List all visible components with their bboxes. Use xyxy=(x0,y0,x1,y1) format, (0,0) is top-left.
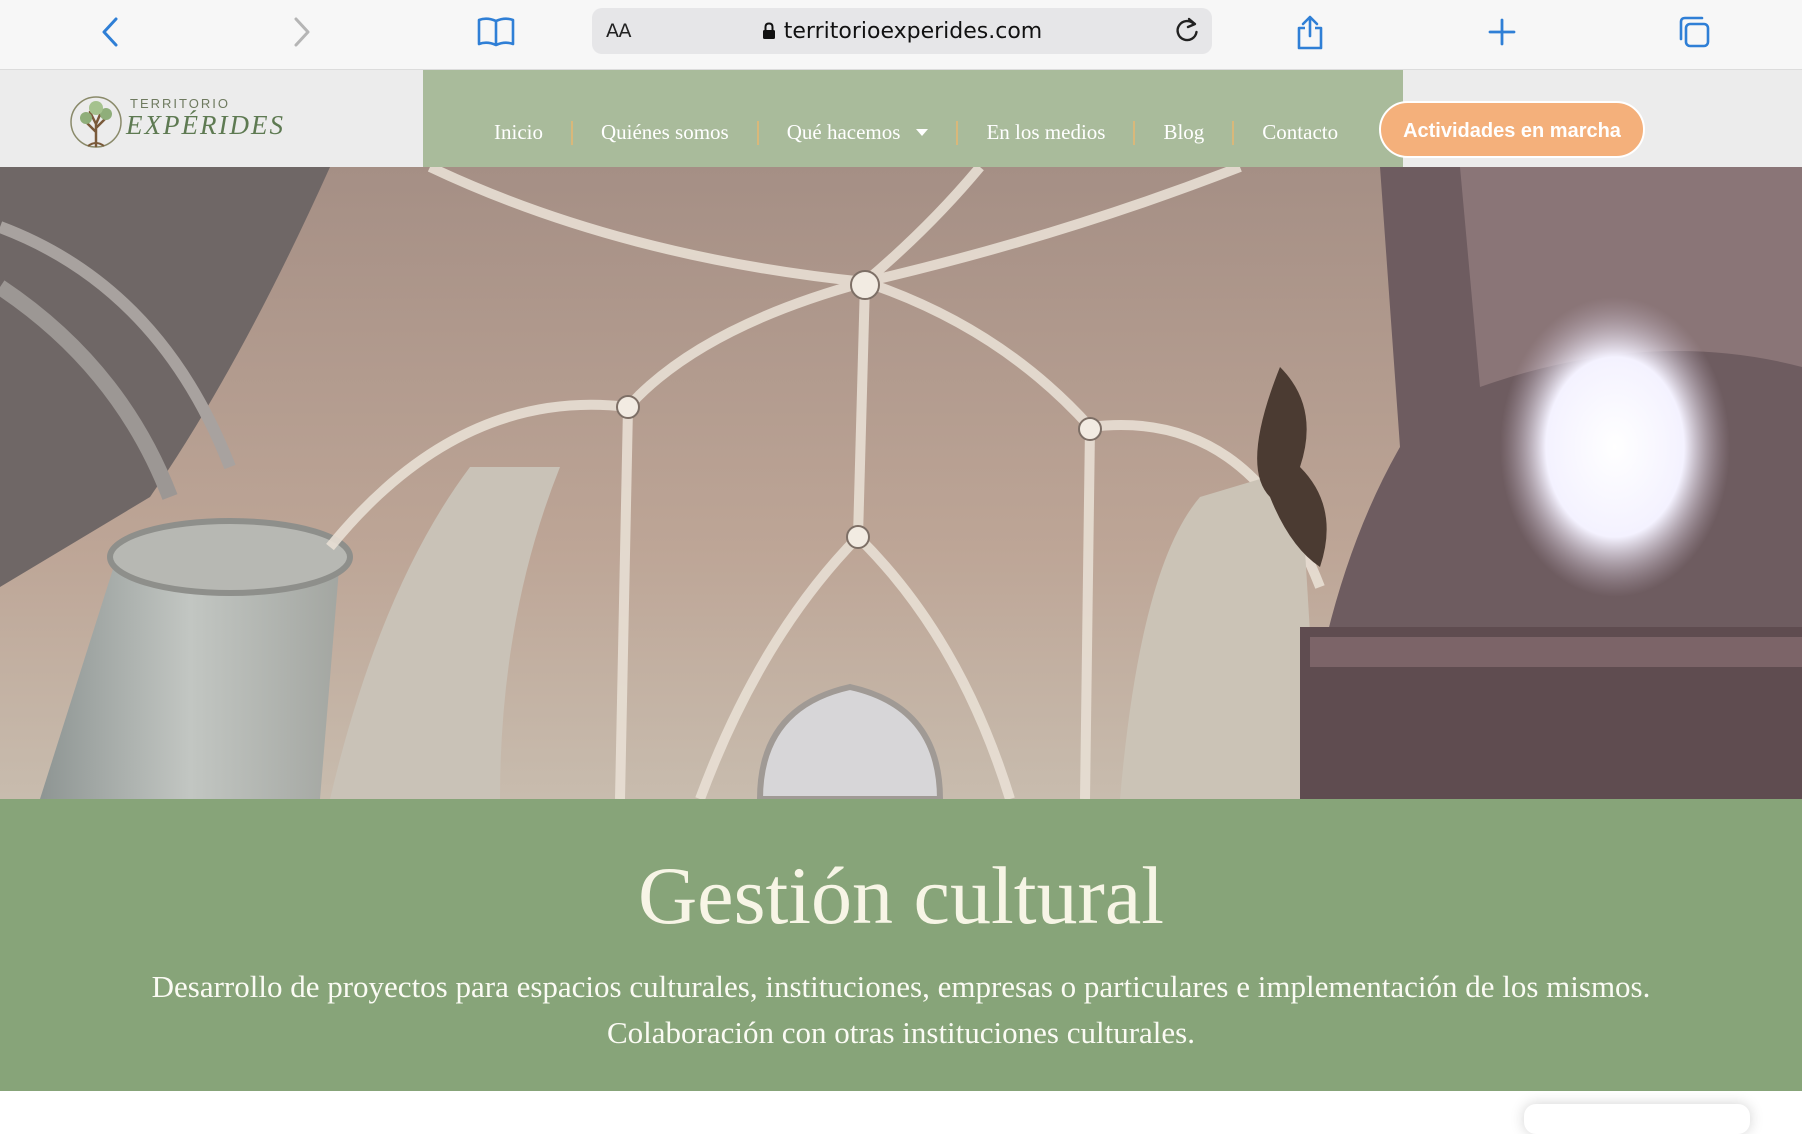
nav-divider xyxy=(756,120,759,145)
nav-item-en-los-medios[interactable]: En los medios xyxy=(972,120,1119,145)
service-banner: Gestión cultural Desarrollo de proyectos… xyxy=(0,799,1802,1091)
nav-item-inicio[interactable]: Inicio xyxy=(480,120,557,145)
lock-icon xyxy=(762,22,775,39)
nav-item-que-hacemos-label: Qué hacemos xyxy=(786,120,901,144)
hero-image xyxy=(0,167,1802,799)
section-description: Desarrollo de proyectos para espacios cu… xyxy=(151,969,1651,1050)
reload-icon xyxy=(1176,17,1198,42)
share-icon xyxy=(1297,15,1323,50)
site-logo[interactable]: TERRITORIO EXPÉRIDES xyxy=(68,94,283,154)
site-header: TERRITORIO EXPÉRIDES Inicio Quiénes somo… xyxy=(0,70,1802,167)
forward-icon xyxy=(294,17,310,47)
new-tab-button[interactable] xyxy=(1482,12,1522,52)
back-button[interactable] xyxy=(90,12,130,52)
nav-item-contacto[interactable]: Contacto xyxy=(1248,120,1352,145)
nav-divider xyxy=(570,120,573,145)
tree-logo-icon xyxy=(70,96,122,148)
reload-button[interactable] xyxy=(1172,15,1202,50)
forward-button[interactable] xyxy=(282,12,322,52)
caret-down-icon xyxy=(916,129,929,136)
nav-item-blog[interactable]: Blog xyxy=(1149,120,1218,145)
address-bar[interactable]: AA territorioexperides.com xyxy=(592,8,1212,54)
vaulted-ceiling-illustration xyxy=(0,167,1802,799)
section-title: Gestión cultural xyxy=(637,850,1165,941)
tabs-button[interactable] xyxy=(1674,12,1714,52)
bookmarks-icon xyxy=(477,17,515,47)
logo-top-text: TERRITORIO xyxy=(130,96,230,111)
nav-divider xyxy=(956,120,959,145)
browser-toolbar: AA territorioexperides.com xyxy=(0,0,1802,70)
main-nav: Inicio Quiénes somos Qué hacemos En los … xyxy=(480,120,1352,145)
nav-item-quienes-somos[interactable]: Quiénes somos xyxy=(587,120,743,145)
nav-item-que-hacemos[interactable]: Qué hacemos xyxy=(773,120,943,145)
share-button[interactable] xyxy=(1290,12,1330,52)
back-icon xyxy=(102,17,118,47)
bookmarks-button[interactable] xyxy=(476,12,516,52)
nav-divider xyxy=(1133,120,1136,145)
nav-divider xyxy=(1232,120,1235,145)
url-display[interactable]: territorioexperides.com xyxy=(592,19,1212,44)
actividades-en-marcha-button[interactable]: Actividades en marcha xyxy=(1379,101,1645,158)
floating-widget[interactable] xyxy=(1524,1104,1750,1134)
logo-main-text: EXPÉRIDES xyxy=(126,110,285,140)
tabs-icon xyxy=(1679,16,1710,48)
url-text: territorioexperides.com xyxy=(783,19,1043,44)
nav-bar xyxy=(423,70,1403,167)
new-tab-icon xyxy=(1488,18,1516,46)
